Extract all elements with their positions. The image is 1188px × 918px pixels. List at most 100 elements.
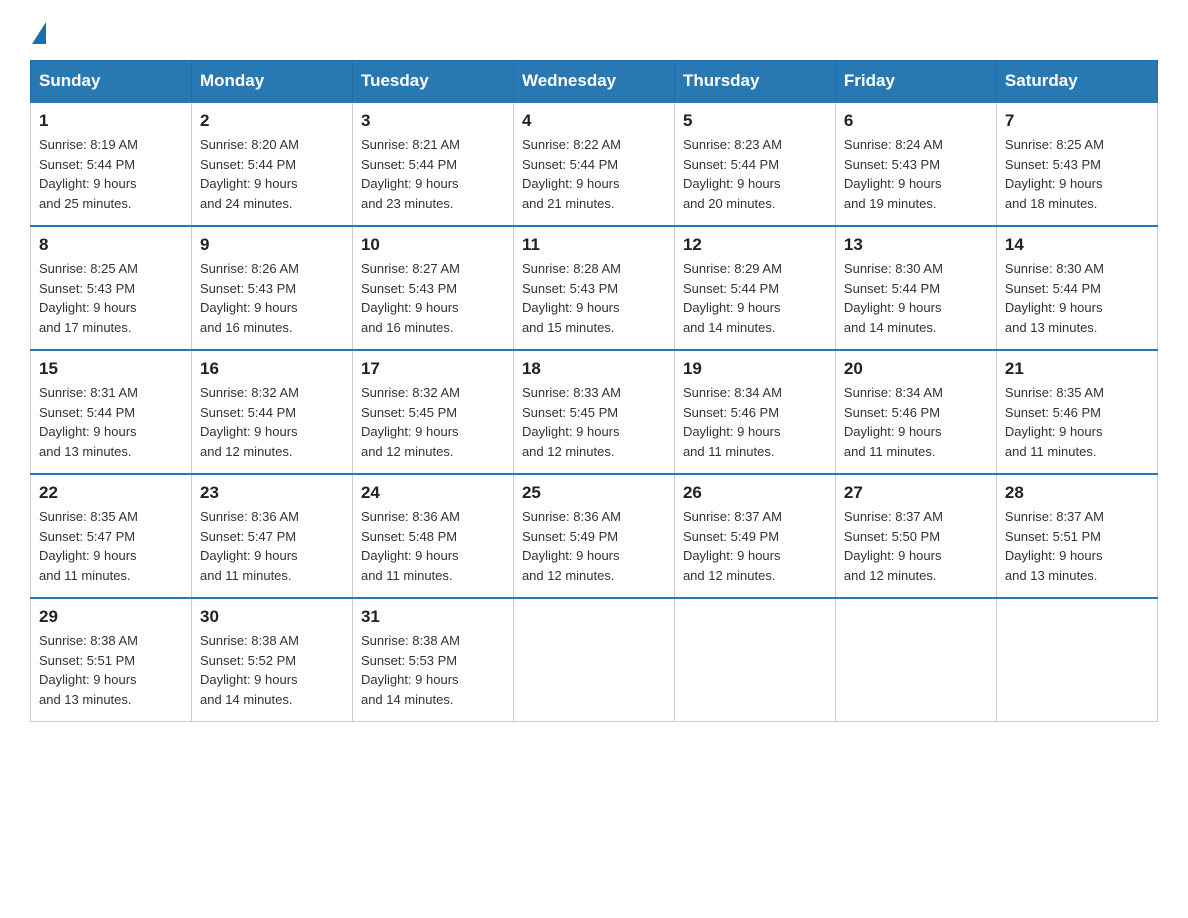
day-info: Sunrise: 8:34 AM Sunset: 5:46 PM Dayligh… — [844, 383, 988, 461]
day-number: 10 — [361, 235, 505, 255]
day-number: 12 — [683, 235, 827, 255]
day-info: Sunrise: 8:28 AM Sunset: 5:43 PM Dayligh… — [522, 259, 666, 337]
day-number: 13 — [844, 235, 988, 255]
day-number: 17 — [361, 359, 505, 379]
calendar-cell: 18 Sunrise: 8:33 AM Sunset: 5:45 PM Dayl… — [513, 350, 674, 474]
calendar-cell: 29 Sunrise: 8:38 AM Sunset: 5:51 PM Dayl… — [31, 598, 192, 722]
weekday-header-row: SundayMondayTuesdayWednesdayThursdayFrid… — [31, 61, 1158, 103]
calendar-week-5: 29 Sunrise: 8:38 AM Sunset: 5:51 PM Dayl… — [31, 598, 1158, 722]
calendar-cell: 25 Sunrise: 8:36 AM Sunset: 5:49 PM Dayl… — [513, 474, 674, 598]
weekday-header-thursday: Thursday — [674, 61, 835, 103]
day-number: 14 — [1005, 235, 1149, 255]
day-info: Sunrise: 8:35 AM Sunset: 5:46 PM Dayligh… — [1005, 383, 1149, 461]
day-info: Sunrise: 8:38 AM Sunset: 5:52 PM Dayligh… — [200, 631, 344, 709]
day-info: Sunrise: 8:23 AM Sunset: 5:44 PM Dayligh… — [683, 135, 827, 213]
calendar-cell: 7 Sunrise: 8:25 AM Sunset: 5:43 PM Dayli… — [996, 102, 1157, 226]
calendar-cell: 15 Sunrise: 8:31 AM Sunset: 5:44 PM Dayl… — [31, 350, 192, 474]
day-info: Sunrise: 8:31 AM Sunset: 5:44 PM Dayligh… — [39, 383, 183, 461]
calendar-cell: 17 Sunrise: 8:32 AM Sunset: 5:45 PM Dayl… — [352, 350, 513, 474]
day-number: 30 — [200, 607, 344, 627]
weekday-header-saturday: Saturday — [996, 61, 1157, 103]
day-info: Sunrise: 8:34 AM Sunset: 5:46 PM Dayligh… — [683, 383, 827, 461]
calendar-week-1: 1 Sunrise: 8:19 AM Sunset: 5:44 PM Dayli… — [31, 102, 1158, 226]
day-info: Sunrise: 8:24 AM Sunset: 5:43 PM Dayligh… — [844, 135, 988, 213]
calendar-cell: 30 Sunrise: 8:38 AM Sunset: 5:52 PM Dayl… — [191, 598, 352, 722]
logo — [30, 20, 48, 42]
day-info: Sunrise: 8:32 AM Sunset: 5:44 PM Dayligh… — [200, 383, 344, 461]
calendar-cell: 26 Sunrise: 8:37 AM Sunset: 5:49 PM Dayl… — [674, 474, 835, 598]
calendar-table: SundayMondayTuesdayWednesdayThursdayFrid… — [30, 60, 1158, 722]
calendar-cell: 31 Sunrise: 8:38 AM Sunset: 5:53 PM Dayl… — [352, 598, 513, 722]
weekday-header-monday: Monday — [191, 61, 352, 103]
weekday-header-sunday: Sunday — [31, 61, 192, 103]
day-number: 5 — [683, 111, 827, 131]
calendar-cell: 12 Sunrise: 8:29 AM Sunset: 5:44 PM Dayl… — [674, 226, 835, 350]
day-number: 2 — [200, 111, 344, 131]
day-info: Sunrise: 8:38 AM Sunset: 5:53 PM Dayligh… — [361, 631, 505, 709]
calendar-week-3: 15 Sunrise: 8:31 AM Sunset: 5:44 PM Dayl… — [31, 350, 1158, 474]
weekday-header-tuesday: Tuesday — [352, 61, 513, 103]
page-header — [30, 20, 1158, 42]
day-number: 6 — [844, 111, 988, 131]
calendar-cell: 28 Sunrise: 8:37 AM Sunset: 5:51 PM Dayl… — [996, 474, 1157, 598]
day-info: Sunrise: 8:25 AM Sunset: 5:43 PM Dayligh… — [1005, 135, 1149, 213]
calendar-cell: 14 Sunrise: 8:30 AM Sunset: 5:44 PM Dayl… — [996, 226, 1157, 350]
day-info: Sunrise: 8:33 AM Sunset: 5:45 PM Dayligh… — [522, 383, 666, 461]
calendar-cell: 22 Sunrise: 8:35 AM Sunset: 5:47 PM Dayl… — [31, 474, 192, 598]
day-number: 8 — [39, 235, 183, 255]
day-number: 20 — [844, 359, 988, 379]
day-info: Sunrise: 8:32 AM Sunset: 5:45 PM Dayligh… — [361, 383, 505, 461]
day-info: Sunrise: 8:22 AM Sunset: 5:44 PM Dayligh… — [522, 135, 666, 213]
calendar-cell: 10 Sunrise: 8:27 AM Sunset: 5:43 PM Dayl… — [352, 226, 513, 350]
calendar-cell: 11 Sunrise: 8:28 AM Sunset: 5:43 PM Dayl… — [513, 226, 674, 350]
day-number: 4 — [522, 111, 666, 131]
day-number: 7 — [1005, 111, 1149, 131]
calendar-cell: 6 Sunrise: 8:24 AM Sunset: 5:43 PM Dayli… — [835, 102, 996, 226]
day-number: 3 — [361, 111, 505, 131]
calendar-week-2: 8 Sunrise: 8:25 AM Sunset: 5:43 PM Dayli… — [31, 226, 1158, 350]
day-number: 19 — [683, 359, 827, 379]
calendar-cell — [513, 598, 674, 722]
day-info: Sunrise: 8:37 AM Sunset: 5:49 PM Dayligh… — [683, 507, 827, 585]
day-number: 21 — [1005, 359, 1149, 379]
day-number: 15 — [39, 359, 183, 379]
calendar-cell: 8 Sunrise: 8:25 AM Sunset: 5:43 PM Dayli… — [31, 226, 192, 350]
calendar-cell: 21 Sunrise: 8:35 AM Sunset: 5:46 PM Dayl… — [996, 350, 1157, 474]
day-info: Sunrise: 8:37 AM Sunset: 5:50 PM Dayligh… — [844, 507, 988, 585]
day-info: Sunrise: 8:36 AM Sunset: 5:49 PM Dayligh… — [522, 507, 666, 585]
day-info: Sunrise: 8:36 AM Sunset: 5:48 PM Dayligh… — [361, 507, 505, 585]
day-info: Sunrise: 8:29 AM Sunset: 5:44 PM Dayligh… — [683, 259, 827, 337]
calendar-cell: 4 Sunrise: 8:22 AM Sunset: 5:44 PM Dayli… — [513, 102, 674, 226]
day-info: Sunrise: 8:30 AM Sunset: 5:44 PM Dayligh… — [844, 259, 988, 337]
calendar-cell: 27 Sunrise: 8:37 AM Sunset: 5:50 PM Dayl… — [835, 474, 996, 598]
day-info: Sunrise: 8:37 AM Sunset: 5:51 PM Dayligh… — [1005, 507, 1149, 585]
calendar-cell: 19 Sunrise: 8:34 AM Sunset: 5:46 PM Dayl… — [674, 350, 835, 474]
day-number: 11 — [522, 235, 666, 255]
weekday-header-friday: Friday — [835, 61, 996, 103]
day-number: 22 — [39, 483, 183, 503]
day-info: Sunrise: 8:38 AM Sunset: 5:51 PM Dayligh… — [39, 631, 183, 709]
weekday-header-wednesday: Wednesday — [513, 61, 674, 103]
day-info: Sunrise: 8:36 AM Sunset: 5:47 PM Dayligh… — [200, 507, 344, 585]
calendar-cell — [674, 598, 835, 722]
day-number: 1 — [39, 111, 183, 131]
day-number: 25 — [522, 483, 666, 503]
day-number: 9 — [200, 235, 344, 255]
day-number: 27 — [844, 483, 988, 503]
day-number: 18 — [522, 359, 666, 379]
day-info: Sunrise: 8:30 AM Sunset: 5:44 PM Dayligh… — [1005, 259, 1149, 337]
calendar-cell: 1 Sunrise: 8:19 AM Sunset: 5:44 PM Dayli… — [31, 102, 192, 226]
day-info: Sunrise: 8:35 AM Sunset: 5:47 PM Dayligh… — [39, 507, 183, 585]
logo-triangle-icon — [32, 22, 46, 44]
calendar-cell — [996, 598, 1157, 722]
calendar-week-4: 22 Sunrise: 8:35 AM Sunset: 5:47 PM Dayl… — [31, 474, 1158, 598]
calendar-cell: 24 Sunrise: 8:36 AM Sunset: 5:48 PM Dayl… — [352, 474, 513, 598]
day-number: 23 — [200, 483, 344, 503]
calendar-cell: 13 Sunrise: 8:30 AM Sunset: 5:44 PM Dayl… — [835, 226, 996, 350]
day-info: Sunrise: 8:27 AM Sunset: 5:43 PM Dayligh… — [361, 259, 505, 337]
day-number: 16 — [200, 359, 344, 379]
day-info: Sunrise: 8:25 AM Sunset: 5:43 PM Dayligh… — [39, 259, 183, 337]
calendar-cell: 3 Sunrise: 8:21 AM Sunset: 5:44 PM Dayli… — [352, 102, 513, 226]
calendar-cell: 16 Sunrise: 8:32 AM Sunset: 5:44 PM Dayl… — [191, 350, 352, 474]
day-info: Sunrise: 8:19 AM Sunset: 5:44 PM Dayligh… — [39, 135, 183, 213]
